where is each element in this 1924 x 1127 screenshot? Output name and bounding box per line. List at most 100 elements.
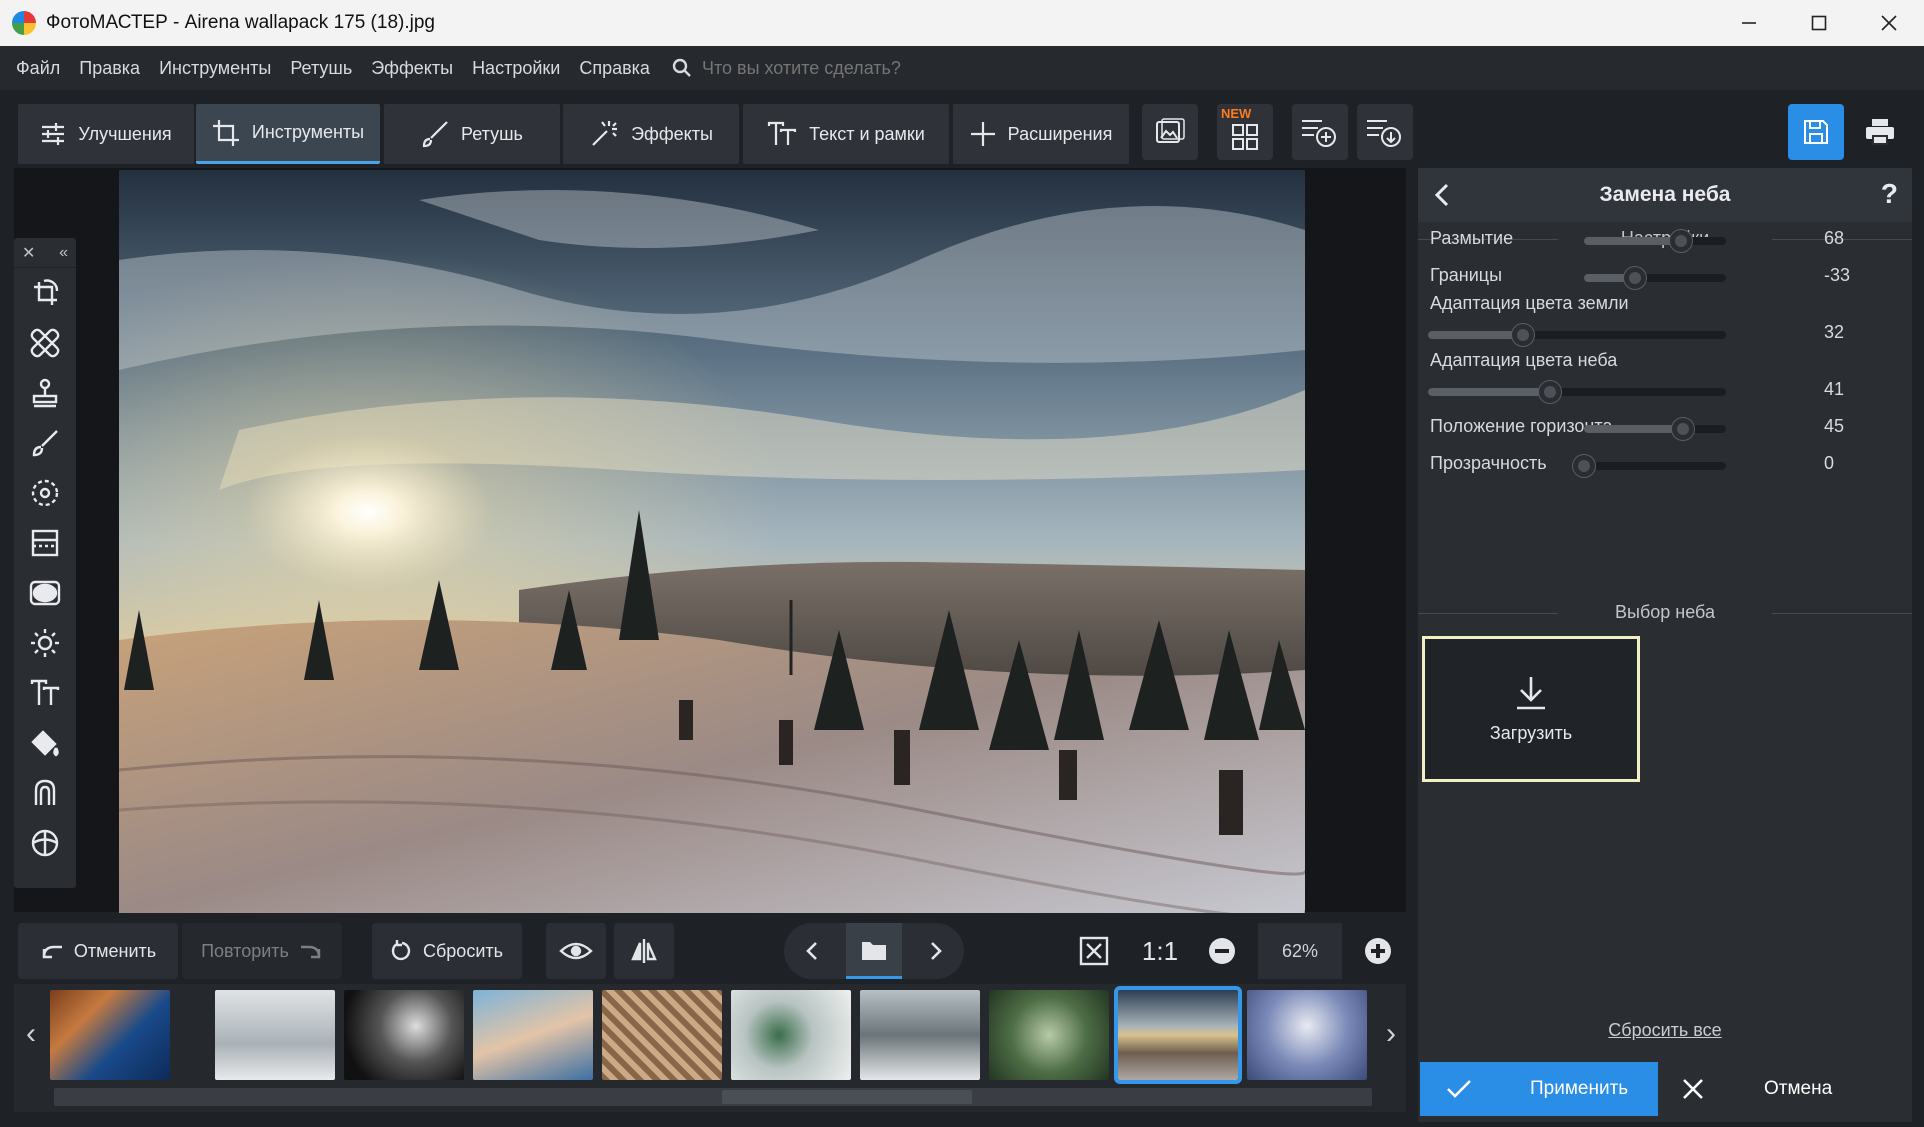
menu-help[interactable]: Справка xyxy=(579,58,650,79)
load-preset-button[interactable] xyxy=(1357,104,1413,160)
slider-track[interactable] xyxy=(1584,230,1726,252)
slider-track[interactable] xyxy=(1584,418,1726,440)
tool-vignette[interactable] xyxy=(14,568,76,618)
sky-replacement-panel: Замена неба ? Настройки Размытие68Границ… xyxy=(1418,168,1912,1122)
collage-button[interactable]: NEW xyxy=(1217,104,1273,160)
tool-liquify[interactable] xyxy=(14,818,76,868)
menu-retouch[interactable]: Ретушь xyxy=(290,58,352,79)
slider-value[interactable]: 41 xyxy=(1824,379,1844,400)
thumbnail[interactable] xyxy=(989,990,1109,1080)
add-preset-button[interactable] xyxy=(1292,104,1348,160)
tool-text[interactable] xyxy=(14,668,76,718)
thumbnail[interactable] xyxy=(215,990,335,1080)
slider-value[interactable]: 68 xyxy=(1824,228,1844,249)
zoom-value[interactable]: 62% xyxy=(1258,923,1342,979)
search-input[interactable] xyxy=(701,57,1002,79)
thumbnail[interactable] xyxy=(602,990,722,1080)
slider-handle[interactable] xyxy=(1624,267,1647,289)
scrollbar-thumb[interactable] xyxy=(722,1090,972,1104)
slider-track[interactable] xyxy=(1584,267,1726,289)
close-button[interactable] xyxy=(1854,0,1924,46)
redo-button[interactable]: Повторить xyxy=(182,923,342,979)
tab-retouch[interactable]: Ретушь xyxy=(384,104,560,164)
slider-value[interactable]: -33 xyxy=(1824,265,1850,286)
tool-brush[interactable] xyxy=(14,418,76,468)
slider-track[interactable] xyxy=(1428,381,1726,403)
zoom-out-button[interactable] xyxy=(1194,923,1250,979)
minimize-button[interactable] xyxy=(1714,0,1784,46)
thumbnail[interactable] xyxy=(1247,990,1367,1080)
slider-handle[interactable] xyxy=(1512,324,1535,346)
open-folder-button[interactable] xyxy=(846,923,902,979)
menu-settings[interactable]: Настройки xyxy=(472,58,560,79)
tab-effects[interactable]: Эффекты xyxy=(563,104,739,164)
photo-preview[interactable] xyxy=(119,170,1305,913)
preview-button[interactable] xyxy=(546,923,606,979)
thumbnail[interactable] xyxy=(344,990,464,1080)
thumbnail[interactable] xyxy=(473,990,593,1080)
thumbnail[interactable] xyxy=(50,990,170,1080)
menu-edit[interactable]: Правка xyxy=(79,58,140,79)
tool-rotate[interactable] xyxy=(14,268,76,318)
bottom-toolbar: Отменить Повторить Сбросить 1:1 62% xyxy=(14,916,1406,986)
tool-clone[interactable] xyxy=(14,768,76,818)
slider-fill xyxy=(1428,331,1524,339)
cancel-button[interactable]: Отмена xyxy=(1666,1062,1912,1116)
slider-track[interactable] xyxy=(1428,324,1726,346)
maximize-icon xyxy=(1811,15,1827,31)
maximize-button[interactable] xyxy=(1784,0,1854,46)
slider-handle[interactable] xyxy=(1669,230,1692,252)
app-window: ФотоМАСТЕР - Airena wallapack 175 (18).j… xyxy=(0,0,1924,1127)
actual-size-button[interactable]: 1:1 xyxy=(1132,923,1188,979)
tab-label: Текст и рамки xyxy=(809,123,925,144)
prev-image-button[interactable] xyxy=(794,933,830,969)
panel-header: Замена неба ? xyxy=(1418,168,1912,222)
reset-button[interactable]: Сбросить xyxy=(372,923,522,979)
thumbnail[interactable] xyxy=(731,990,851,1080)
tab-text-frames[interactable]: Текст и рамки xyxy=(743,104,949,164)
tab-extensions[interactable]: Расширения xyxy=(953,104,1129,164)
fit-screen-button[interactable] xyxy=(1066,923,1122,979)
print-button[interactable] xyxy=(1852,104,1908,160)
slider-handle[interactable] xyxy=(1539,381,1562,403)
sun-icon xyxy=(31,629,59,657)
undo-button[interactable]: Отменить xyxy=(18,923,178,979)
apply-button[interactable]: Применить xyxy=(1420,1062,1658,1116)
filmstrip-next-button[interactable]: › xyxy=(1376,984,1406,1084)
zoom-in-button[interactable] xyxy=(1350,923,1406,979)
thumbnail-selected[interactable] xyxy=(1114,986,1242,1084)
slider-track[interactable] xyxy=(1573,455,1726,477)
menu-tools[interactable]: Инструменты xyxy=(159,58,271,79)
image-button[interactable] xyxy=(1142,104,1198,160)
thumbnail[interactable] xyxy=(860,990,980,1080)
tool-stamp[interactable] xyxy=(14,368,76,418)
slider-handle[interactable] xyxy=(1573,455,1595,477)
back-button[interactable] xyxy=(1432,182,1452,214)
tool-healing[interactable] xyxy=(14,318,76,368)
tool-light[interactable] xyxy=(14,618,76,668)
compare-button[interactable] xyxy=(614,923,674,979)
reset-all-link[interactable]: Сбросить все xyxy=(1418,1020,1912,1041)
tool-fill[interactable] xyxy=(14,718,76,768)
menu-effects[interactable]: Эффекты xyxy=(371,58,453,79)
menu-search[interactable] xyxy=(672,57,1002,79)
tab-label: Инструменты xyxy=(251,122,365,142)
tab-tools[interactable]: Инструменты xyxy=(196,104,380,164)
slider-value[interactable]: 0 xyxy=(1824,453,1834,474)
save-button[interactable] xyxy=(1788,104,1844,160)
tool-radial[interactable] xyxy=(14,468,76,518)
slider-value[interactable]: 32 xyxy=(1824,322,1844,343)
filmstrip-scrollbar[interactable] xyxy=(54,1088,1372,1106)
help-button[interactable]: ? xyxy=(1881,178,1898,210)
slider-handle[interactable] xyxy=(1672,418,1695,440)
slider-label: Прозрачность xyxy=(1430,453,1547,473)
toolbar-close-icon[interactable]: ✕ xyxy=(22,243,35,263)
slider-value[interactable]: 45 xyxy=(1824,416,1844,437)
upload-sky-button[interactable]: Загрузить xyxy=(1422,636,1640,782)
next-image-button[interactable] xyxy=(918,933,954,969)
menu-file[interactable]: Файл xyxy=(16,58,60,79)
filmstrip-prev-button[interactable]: ‹ xyxy=(16,984,46,1084)
toolbar-collapse-icon[interactable]: « xyxy=(59,244,68,262)
tab-enhancements[interactable]: Улучшения xyxy=(18,104,194,164)
tool-gradient[interactable] xyxy=(14,518,76,568)
